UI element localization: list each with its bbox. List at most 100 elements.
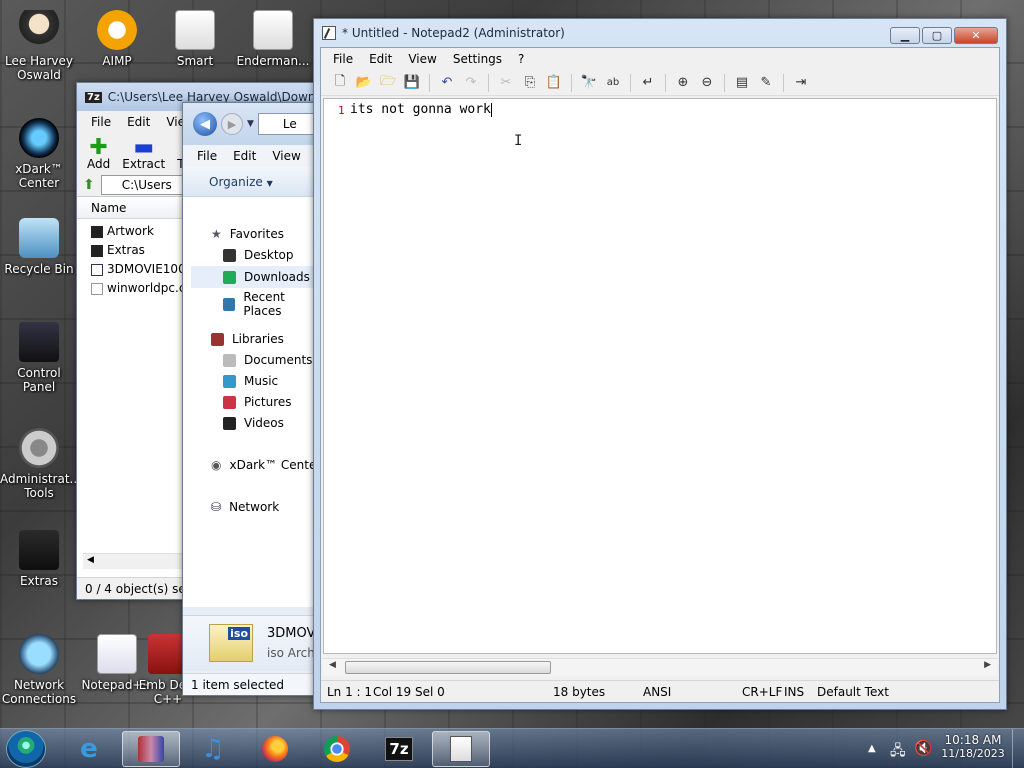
scheme-icon[interactable]: ▤: [731, 73, 753, 93]
desktop-icon-smart[interactable]: Smart: [156, 10, 234, 68]
libraries-icon: [211, 332, 224, 346]
undo-icon[interactable]: ↶: [436, 73, 458, 93]
editor-hscrollbar[interactable]: ◀ ▶: [323, 658, 997, 676]
gear-icon: [19, 428, 59, 468]
status-col: Col 19: [373, 684, 412, 699]
desktop-icon-control-panel[interactable]: Control Panel: [0, 322, 78, 394]
zoom-out-icon[interactable]: ⊖: [696, 73, 718, 93]
tray-clock[interactable]: 10:18 AM 11/18/2023: [938, 733, 1008, 760]
redo-icon[interactable]: ↷: [460, 73, 482, 93]
close-button[interactable]: ✕: [954, 27, 998, 44]
word-wrap-icon[interactable]: ↵: [637, 73, 659, 93]
copy-icon[interactable]: ⎘: [519, 73, 541, 93]
ibeam-cursor-icon: I: [514, 133, 523, 149]
taskbar-internet-explorer[interactable]: e: [60, 731, 118, 767]
paste-icon[interactable]: 📋: [543, 73, 565, 93]
toolbar-separator: [665, 73, 666, 92]
desktop-icon-label: Extras: [20, 574, 58, 588]
folder-up-icon[interactable]: ⬆: [83, 177, 95, 193]
menu-view[interactable]: View: [400, 52, 444, 66]
taskbar-notepad2[interactable]: [432, 731, 490, 767]
show-desktop-button[interactable]: [1012, 729, 1024, 768]
nav-desktop[interactable]: Desktop: [223, 248, 294, 262]
text-caret: [490, 102, 492, 117]
desktop-icon-administrative-tools[interactable]: Administrat... Tools: [0, 428, 81, 500]
taskbar-7zip[interactable]: 7z: [370, 731, 428, 767]
maximize-button[interactable]: ▢: [922, 27, 952, 44]
explorer-address-bar[interactable]: Le: [257, 113, 318, 135]
add-button[interactable]: ✚ Add: [87, 137, 110, 172]
desktop-icon-aimp[interactable]: AIMP: [78, 10, 156, 68]
file-icon: [91, 282, 103, 295]
organize-button[interactable]: Organize ▼: [183, 167, 321, 197]
open-folder-icon[interactable]: 📂: [353, 73, 375, 93]
menu-file[interactable]: File: [325, 52, 361, 66]
volume-muted-icon[interactable]: 🔇: [914, 739, 933, 757]
nav-pictures[interactable]: Pictures: [223, 395, 292, 409]
zoom-in-icon[interactable]: ⊕: [672, 73, 694, 93]
menu-edit[interactable]: Edit: [361, 52, 400, 66]
text-editor[interactable]: 1 its not gonna work I: [323, 98, 997, 654]
menu-edit[interactable]: Edit: [225, 149, 264, 163]
scroll-right-icon[interactable]: ▶: [984, 660, 991, 670]
desktop-icon-recycle-bin[interactable]: Recycle Bin: [0, 218, 78, 276]
extract-button[interactable]: ▬ Extract: [122, 137, 165, 172]
save-icon[interactable]: 💾: [401, 73, 423, 93]
taskbar-music[interactable]: ♫: [184, 731, 242, 767]
find-icon[interactable]: 🔭: [578, 73, 600, 93]
menu-edit[interactable]: Edit: [119, 115, 158, 129]
exit-icon[interactable]: ⇥: [790, 73, 812, 93]
desktop-icon-extras[interactable]: Extras: [0, 530, 78, 588]
nav-xdark-center[interactable]: ◉ xDark™ Center: [211, 458, 321, 472]
show-hidden-icons-icon[interactable]: ▲: [868, 743, 876, 754]
nav-documents[interactable]: Documents: [223, 353, 312, 367]
scroll-thumb[interactable]: [345, 661, 551, 674]
menu-settings[interactable]: Settings: [445, 52, 510, 66]
desktop-icon-label: AIMP: [102, 54, 132, 68]
menu-file[interactable]: File: [189, 149, 225, 163]
nav-music[interactable]: Music: [223, 374, 278, 388]
tray-date: 11/18/2023: [941, 747, 1005, 760]
scroll-left-icon[interactable]: ◀: [329, 660, 336, 670]
nav-favorites[interactable]: ★ Favorites: [211, 227, 284, 241]
desktop-icon-lee-harvey-oswald[interactable]: Lee Harvey Oswald: [0, 10, 78, 82]
taskbar-winrar[interactable]: [122, 731, 180, 767]
customize-schemes-icon[interactable]: ✎: [755, 73, 777, 93]
explorer-status-text: 1 item selected: [191, 677, 285, 692]
back-button[interactable]: ◀: [193, 112, 217, 136]
user-folder-icon: [19, 10, 59, 50]
nav-downloads[interactable]: Downloads: [191, 266, 323, 288]
cut-icon[interactable]: ✂: [495, 73, 517, 93]
minimize-button[interactable]: ▁: [890, 27, 920, 44]
taskbar-firefox[interactable]: [246, 731, 304, 767]
menu-help[interactable]: ?: [510, 52, 532, 66]
status-size: 18 bytes: [553, 684, 606, 699]
nav-recent-places[interactable]: Recent Places: [223, 290, 323, 318]
browse-icon[interactable]: 🗁: [377, 73, 399, 93]
chevron-down-icon[interactable]: ▼: [247, 119, 254, 129]
status-eol: CR+LF: [742, 684, 783, 699]
start-button[interactable]: [6, 730, 46, 768]
notepad-plus-plus-icon: [97, 634, 137, 674]
scroll-left-icon[interactable]: ◀: [87, 555, 94, 565]
new-file-icon[interactable]: 🗋: [329, 73, 351, 93]
network-icon: ⛁: [211, 500, 222, 514]
menu-file[interactable]: File: [83, 115, 119, 129]
forward-button[interactable]: ▶: [221, 113, 243, 135]
network-tray-icon[interactable]: 🖧: [890, 740, 906, 764]
nav-videos[interactable]: Videos: [223, 416, 284, 430]
replace-icon[interactable]: ab: [602, 73, 624, 93]
desktop-icon-xdark-center[interactable]: xDark™ Center: [0, 118, 78, 190]
notepad2-window[interactable]: * Untitled - Notepad2 (Administrator) ▁ …: [313, 18, 1007, 710]
pictures-icon: [223, 395, 236, 409]
music-note-icon: ♫: [201, 734, 225, 764]
iso-file-icon: [91, 263, 103, 276]
taskbar-chrome[interactable]: [308, 731, 366, 767]
nav-libraries[interactable]: Libraries: [211, 332, 284, 346]
desktop-icon-network-connections[interactable]: Network Connections: [0, 634, 78, 706]
desktop-icon-enderman[interactable]: Enderman...: [234, 10, 312, 68]
nav-network[interactable]: ⛁ Network: [211, 500, 279, 514]
explorer-window[interactable]: ◀ ▶ ▼ Le File Edit View Organize ▼ ★ Favo…: [182, 102, 323, 696]
menu-view[interactable]: View: [264, 149, 308, 163]
folder-icon: [91, 225, 103, 238]
